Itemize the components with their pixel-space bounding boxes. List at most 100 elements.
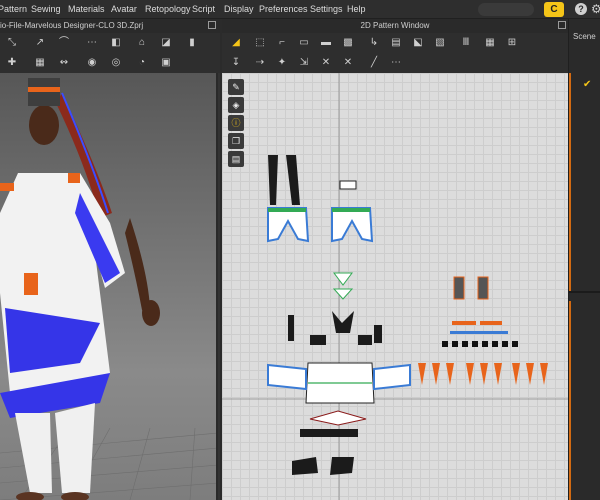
gear-icon[interactable]: ⚙ — [591, 2, 600, 16]
pattern-band — [452, 321, 476, 325]
pattern-sleeve-right — [373, 363, 411, 391]
menu-retopology[interactable]: Retopology — [145, 4, 191, 14]
button-icon[interactable]: ◉ — [86, 57, 98, 69]
measure-2d-icon[interactable]: ⋯ — [390, 57, 402, 69]
pattern-cuff — [374, 325, 382, 343]
trace-icon[interactable]: ⬕ — [412, 37, 424, 49]
grid-icon[interactable]: ⊞ — [506, 37, 518, 49]
seam-allowance-icon[interactable]: Ⅲ — [460, 37, 472, 49]
waistband — [332, 208, 370, 212]
check-icon[interactable]: ✔ — [583, 79, 591, 90]
pattern-belt — [300, 429, 332, 437]
object-browser-panel: Scene ✔ — [568, 19, 600, 500]
panel-3d-titlebar: io-File-Marvelous Designer-CLO 3D.Zprj — [0, 19, 220, 33]
panel-2d-pattern: 2D Pattern Window ◢ ⬚ ⌐ ▭ ▬ ▩ ↳ ▤ ⬕ ▧ Ⅲ … — [222, 19, 568, 500]
check-sewing-icon[interactable]: ⇲ — [298, 57, 310, 69]
edit-trim-icon[interactable]: ◔ — [136, 57, 148, 69]
avatar-head — [29, 105, 59, 145]
pen-icon[interactable]: ✎ — [228, 79, 244, 95]
topstitch-2d-icon[interactable]: ✕ — [342, 57, 354, 69]
info-icon[interactable]: ⓘ — [228, 115, 244, 131]
menu-materials[interactable]: Materials — [68, 4, 105, 14]
foot-left — [16, 492, 44, 500]
tack-icon[interactable]: ◧ — [110, 37, 122, 49]
pattern-band — [480, 321, 502, 325]
panel-3d-title: io-File-Marvelous Designer-CLO 3D.Zprj — [0, 21, 144, 30]
pattern-cuff — [288, 315, 294, 341]
toolbar-2d: ◢ ⬚ ⌐ ▭ ▬ ▩ ↳ ▤ ⬕ ▧ Ⅲ ▦ ⊞ ↧ ⇢ ✦ ⇲ ✕ ✕ ╱ … — [222, 33, 568, 73]
rectangle-icon[interactable]: ▬ — [320, 37, 332, 49]
pattern-pieces — [222, 73, 568, 500]
topstitch-icon[interactable]: ▣ — [160, 57, 172, 69]
pattern-collar — [333, 272, 353, 286]
pattern-tassels — [418, 363, 548, 385]
menu-settings[interactable]: Settings — [310, 4, 343, 14]
edit-curvature-icon[interactable]: ⌐ — [276, 37, 288, 49]
pattern-boot — [292, 457, 318, 475]
free-sewing-icon[interactable]: ⇢ — [254, 57, 266, 69]
menu-script[interactable]: Script — [192, 4, 215, 14]
avatar-garment-render — [0, 78, 216, 500]
internal-polygon-icon[interactable]: ↳ — [368, 37, 380, 49]
arrange-icon[interactable]: ▮ — [186, 37, 198, 49]
edit-point-icon[interactable]: ⬚ — [254, 37, 266, 49]
edit-sewing-icon[interactable]: ✦ — [276, 57, 288, 69]
simulate-icon[interactable]: ✚ — [6, 57, 18, 69]
popout-icon[interactable] — [208, 21, 216, 29]
pants-left — [15, 413, 52, 493]
segment-sewing-icon[interactable]: ↧ — [230, 57, 242, 69]
menu-bar: Pattern Sewing Materials Avatar Retopolo… — [0, 0, 600, 19]
transform-pattern-icon[interactable]: ◢ — [230, 37, 242, 49]
panel-divider[interactable] — [569, 291, 600, 293]
menu-sewing[interactable]: Sewing — [31, 4, 61, 14]
menu-pattern[interactable]: Pattern — [0, 4, 27, 14]
pattern-yoke — [332, 311, 354, 333]
selection-strip — [569, 301, 571, 500]
pattern-pants-right — [331, 207, 374, 243]
popout-icon[interactable] — [558, 21, 566, 29]
panel-2d-title: 2D Pattern Window — [360, 21, 430, 30]
baseline-icon[interactable]: ▦ — [484, 37, 496, 49]
orange-trim-right — [68, 173, 80, 183]
fold-arrange-icon[interactable]: ▧ — [434, 37, 446, 49]
stitch-icon[interactable]: ✕ — [320, 57, 332, 69]
pattern-side-tools: ✎ ◈ ⓘ ❐ ▤ — [228, 79, 244, 169]
waistband — [268, 208, 306, 212]
copy-icon[interactable]: ❐ — [228, 133, 244, 149]
brush-icon[interactable]: ↭ — [58, 57, 70, 69]
measure-icon[interactable]: ◪ — [160, 37, 172, 49]
pattern-pants-left — [267, 207, 310, 243]
polygon-icon[interactable]: ▭ — [298, 37, 310, 49]
tab-scene[interactable]: Scene — [573, 32, 596, 41]
texture-icon[interactable]: ▦ — [34, 57, 46, 69]
pattern-band — [450, 331, 508, 334]
zipper-icon[interactable]: ◎ — [110, 57, 122, 69]
circle-icon[interactable]: ▩ — [342, 37, 354, 49]
help-icon[interactable]: ? — [575, 3, 587, 15]
avatar-hand-right — [142, 300, 160, 326]
line-icon[interactable]: ╱ — [368, 57, 380, 69]
search-input[interactable] — [478, 3, 534, 16]
headdress-band — [28, 87, 60, 92]
fill-icon[interactable]: ◈ — [228, 97, 244, 113]
panel-3d-garment: io-File-Marvelous Designer-CLO 3D.Zprj ⤡… — [0, 19, 220, 500]
transform-icon[interactable]: ↗ — [34, 37, 46, 49]
avatar-icon[interactable]: ⌂ — [136, 37, 148, 49]
avatar-arm-right — [125, 218, 150, 310]
menu-preferences[interactable]: Preferences — [259, 4, 308, 14]
viewport-3d[interactable] — [0, 73, 218, 500]
pin-icon[interactable]: ⋯ — [86, 37, 98, 49]
menu-avatar[interactable]: Avatar — [111, 4, 137, 14]
pattern-boot — [330, 457, 354, 475]
pattern-skirt — [309, 410, 367, 426]
menu-display[interactable]: Display — [224, 4, 254, 14]
pattern-canvas[interactable]: ✎ ◈ ⓘ ❐ ▤ — [222, 73, 568, 500]
panel-2d-titlebar: 2D Pattern Window — [222, 19, 568, 33]
clo-logo-icon[interactable]: C — [544, 2, 564, 17]
select-mesh-icon[interactable]: ⤡ — [6, 37, 18, 49]
menu-help[interactable]: Help — [347, 4, 366, 14]
dart-icon[interactable]: ▤ — [390, 37, 402, 49]
fold-icon[interactable]: ⌒ — [58, 37, 70, 49]
pattern-cuff — [310, 335, 326, 345]
layers-icon[interactable]: ▤ — [228, 151, 244, 167]
